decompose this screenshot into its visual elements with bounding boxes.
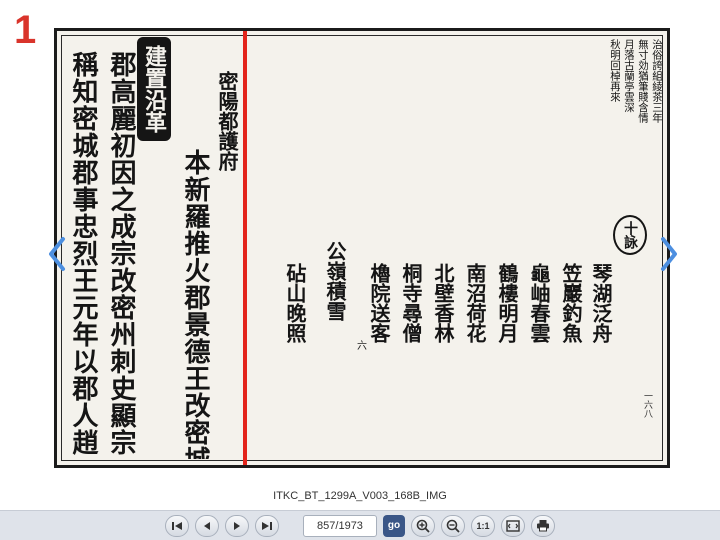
page-number-badge: 1	[14, 8, 37, 52]
next-page-arrow[interactable]	[656, 232, 682, 276]
chevron-left-icon	[49, 237, 65, 271]
poem-title: 砧山晚照	[283, 263, 307, 343]
viewer-toolbar: 857/1973 go 1:1	[0, 510, 720, 540]
leaf-number: 一六八	[642, 391, 652, 418]
zoom-out-button[interactable]	[441, 514, 465, 537]
first-page-icon	[172, 521, 182, 530]
zoom-in-icon	[416, 519, 430, 533]
poem-title: 琴湖泛舟	[589, 263, 613, 343]
text-column: 稱知密城郡事忠烈王元年以郡人趙	[68, 51, 98, 456]
fit-page-icon	[506, 519, 520, 532]
section-mark: 六	[357, 341, 367, 352]
poem-title: 桐寺尋僧	[399, 263, 423, 343]
section-badge: 建置沿革	[137, 37, 171, 141]
last-page-icon	[262, 521, 272, 530]
page-number-input[interactable]: 857/1973	[303, 514, 377, 537]
fit-page-button[interactable]	[501, 514, 525, 537]
red-divider	[243, 31, 247, 465]
poem-title: 公嶺積雪	[323, 241, 347, 321]
next-page-button[interactable]	[225, 514, 249, 537]
text-column: 密陽都護府	[215, 71, 239, 171]
previous-page-arrow[interactable]	[44, 232, 70, 276]
text-column: 月落古蘭亭雲深	[623, 39, 634, 113]
poem-title: 笠巖釣魚	[559, 263, 583, 343]
poem-title: 南沼荷花	[463, 263, 487, 343]
poem-title: 北壁香林	[431, 263, 455, 343]
prev-page-button[interactable]	[195, 514, 219, 537]
actual-size-button[interactable]: 1:1	[471, 514, 495, 537]
go-button[interactable]: go	[383, 514, 405, 537]
zoom-in-button[interactable]	[411, 514, 435, 537]
poem-title: 鶴樓明月	[495, 263, 519, 343]
triangle-right-icon	[234, 521, 240, 530]
poem-title: 櫓院送客	[367, 263, 391, 343]
viewer-frame: 1 建置沿革 密陽都護府 本新羅推火郡景德王改密城 郡高麗初因之成宗改密州刺史顯…	[0, 0, 720, 540]
ten-poems-circle: 十詠	[613, 215, 647, 255]
poem-title: 龜岫春雲	[527, 263, 551, 343]
image-id-caption: ITKC_BT_1299A_V003_168B_IMG	[273, 490, 447, 502]
text-column: 本新羅推火郡景德王改密城	[180, 149, 210, 459]
scanned-page: 建置沿革 密陽都護府 本新羅推火郡景德王改密城 郡高麗初因之成宗改密州刺史顯宗 …	[54, 28, 670, 468]
print-button[interactable]	[531, 514, 555, 537]
chevron-right-icon	[661, 237, 677, 271]
text-column: 郡高麗初因之成宗改密州刺史顯宗	[106, 51, 136, 456]
text-column: 秋明回棹再來	[609, 39, 620, 102]
text-column: 無寸効猶筆賤含情	[637, 39, 648, 123]
first-page-button[interactable]	[165, 514, 189, 537]
printer-icon	[537, 520, 549, 532]
actual-size-label: 1:1	[476, 520, 490, 531]
triangle-left-icon	[204, 521, 210, 530]
text-column: 治俗誇組綾茶三年	[651, 39, 662, 123]
zoom-out-icon	[446, 519, 460, 533]
last-page-button[interactable]	[255, 514, 279, 537]
